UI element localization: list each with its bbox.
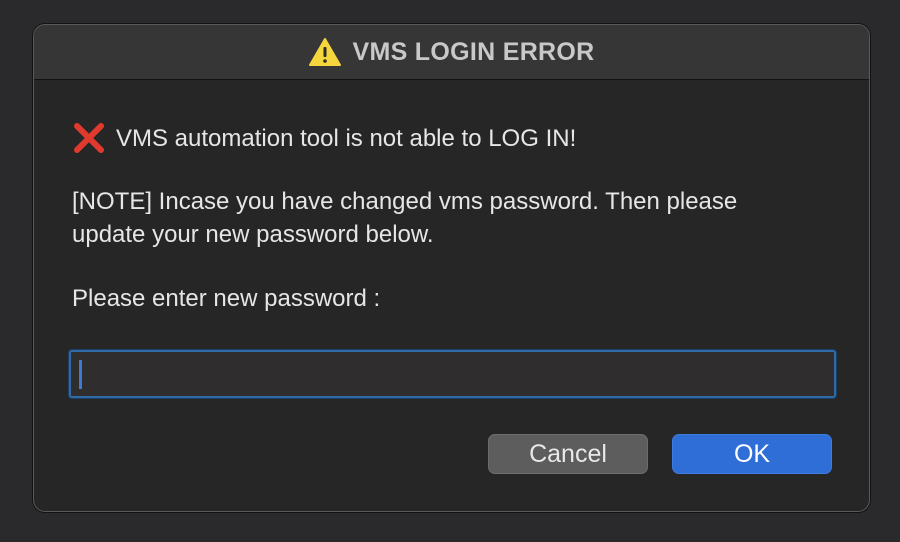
dialog-titlebar[interactable]: VMS LOGIN ERROR <box>34 25 869 80</box>
error-message: VMS automation tool is not able to LOG I… <box>116 124 577 152</box>
login-error-dialog: VMS LOGIN ERROR VMS automation tool is n… <box>33 24 870 512</box>
note-line-1: [NOTE] Incase you have changed vms passw… <box>72 188 738 215</box>
password-field[interactable] <box>69 350 836 398</box>
note-line-2: update your new password below. <box>72 221 434 248</box>
error-x-icon <box>72 121 106 155</box>
dialog-title: VMS LOGIN ERROR <box>352 37 595 66</box>
password-input[interactable] <box>71 352 834 396</box>
ok-button[interactable]: OK <box>672 434 832 474</box>
cancel-button[interactable]: Cancel <box>488 434 648 474</box>
password-prompt-label: Please enter new password : <box>72 285 381 312</box>
warning-icon <box>308 37 342 67</box>
note-text: [NOTE] Incase you have changed vms passw… <box>72 185 832 251</box>
text-caret <box>79 360 82 389</box>
error-line: VMS automation tool is not able to LOG I… <box>72 121 576 155</box>
